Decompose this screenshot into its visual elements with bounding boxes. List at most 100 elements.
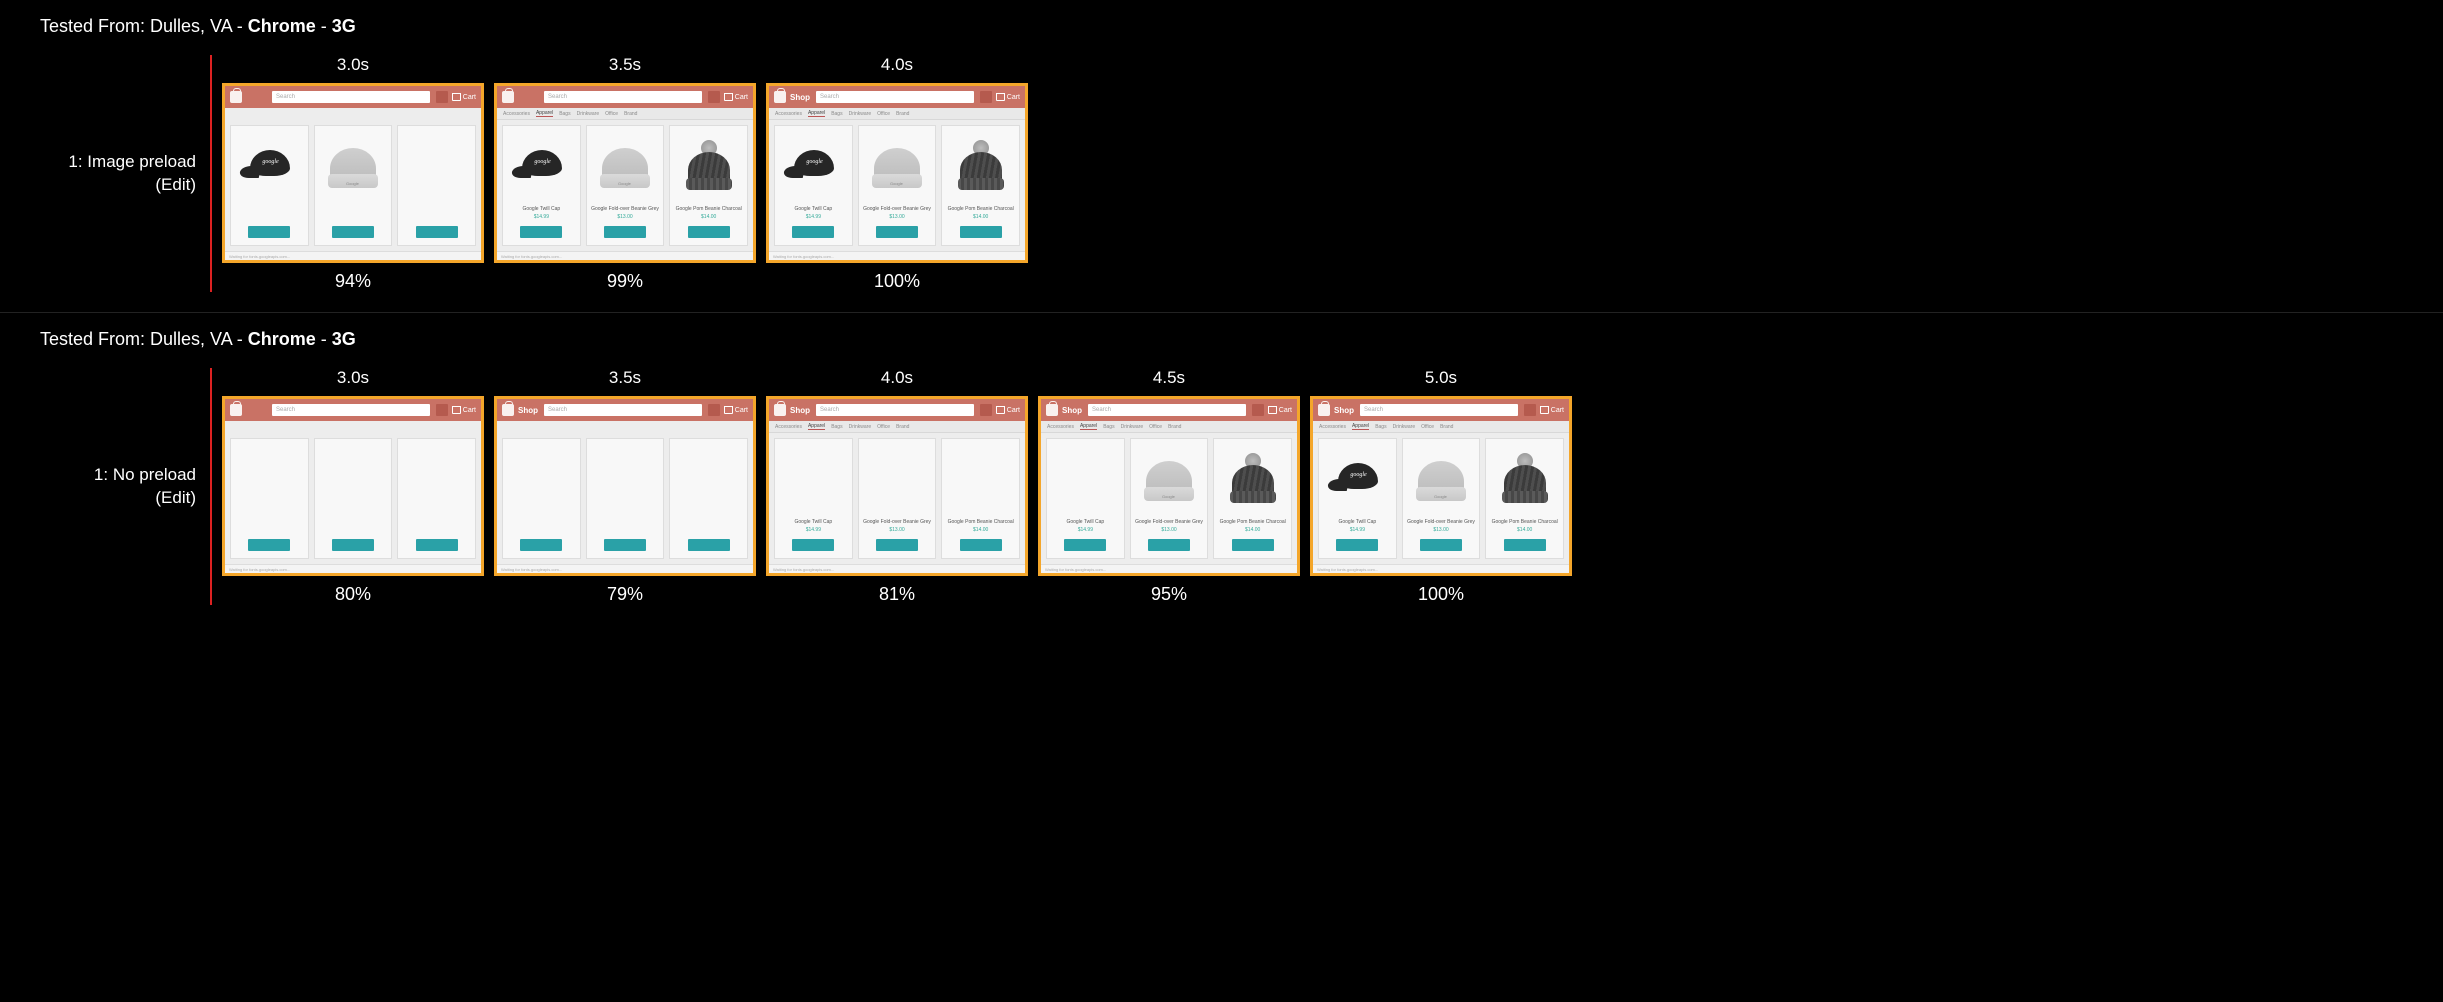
screenshot-thumbnail[interactable]: ShopSearchCartAccessoriesApparelBagsDrin… [494,396,756,576]
search-input[interactable]: Search [272,404,430,416]
add-to-cart-button[interactable] [248,226,290,238]
shop-content: Google Twill Cap$14.99Google Fold-over B… [225,433,481,564]
add-to-cart-button[interactable] [332,226,374,238]
add-to-cart-button[interactable] [520,226,562,238]
bag-icon [774,404,786,416]
filmstrip-frame: 3.0sShopSearchCartAccessoriesApparelBags… [222,368,484,605]
search-button-icon[interactable] [708,91,720,103]
add-to-cart-button[interactable] [332,539,374,551]
add-to-cart-button[interactable] [1336,539,1378,551]
filmstrip-frame: 5.0sShopSearchCartAccessoriesApparelBags… [1310,368,1572,605]
cart-button[interactable]: Cart [996,406,1020,414]
search-button-icon[interactable] [708,404,720,416]
add-to-cart-button[interactable] [604,226,646,238]
product-card: googleGoogle Twill Cap$14.99 [230,125,309,246]
product-card: Google Pom Beanie Charcoal$14.00 [397,438,476,559]
screenshot-thumbnail[interactable]: ShopSearchCartAccessoriesApparelBagsDrin… [222,396,484,576]
screenshot-thumbnail[interactable]: ShopSearchCartAccessoriesApparelBagsDrin… [1038,396,1300,576]
search-button-icon[interactable] [1252,404,1264,416]
search-input[interactable]: Search [816,404,974,416]
screenshot-thumbnail[interactable]: ShopSearchCartAccessoriesApparelBagsDrin… [1310,396,1572,576]
add-to-cart-button[interactable] [248,539,290,551]
shop-nav[interactable]: AccessoriesApparelBagsDrinkwareOfficeBra… [1313,421,1569,433]
screenshot-thumbnail[interactable]: ShopSearchCartAccessoriesApparelBagsDrin… [222,83,484,263]
filmstrip-frame: 4.0sShopSearchCartAccessoriesApparelBags… [766,55,1028,292]
search-button-icon[interactable] [980,91,992,103]
shop-nav[interactable]: AccessoriesApparelBagsDrinkwareOfficeBra… [769,108,1025,120]
shop-content: googleGoogle Twill Cap$14.99GoogleGoogle… [1313,433,1569,564]
edit-link[interactable]: (Edit) [155,174,196,197]
add-to-cart-button[interactable] [876,226,918,238]
product-price: $14.00 [973,527,988,533]
status-bar: Waiting for fonts.googleapis.com... [769,251,1025,260]
cart-button[interactable]: Cart [996,93,1020,101]
add-to-cart-button[interactable] [688,226,730,238]
filmstrip-frame: 3.5sShopSearchCartAccessoriesApparelBags… [494,55,756,292]
add-to-cart-button[interactable] [520,539,562,551]
search-button-icon[interactable] [980,404,992,416]
product-image-cap: google [512,148,570,184]
add-to-cart-button[interactable] [1148,539,1190,551]
search-button-icon[interactable] [436,91,448,103]
product-card: GoogleGoogle Fold-over Beanie Grey$13.00 [314,125,393,246]
cart-button[interactable]: Cart [724,93,748,101]
add-to-cart-button[interactable] [1232,539,1274,551]
cart-button[interactable]: Cart [724,406,748,414]
add-to-cart-button[interactable] [792,226,834,238]
screenshot-thumbnail[interactable]: ShopSearchCartAccessoriesApparelBagsDrin… [494,83,756,263]
add-to-cart-button[interactable] [960,539,1002,551]
screenshot-thumbnail[interactable]: ShopSearchCartAccessoriesApparelBagsDrin… [766,396,1028,576]
frame-visual-progress: 95% [1151,584,1187,605]
add-to-cart-button[interactable] [416,539,458,551]
shop-nav[interactable]: AccessoriesApparelBagsDrinkwareOfficeBra… [769,421,1025,433]
filmstrip-frame: 4.0sShopSearchCartAccessoriesApparelBags… [766,368,1028,605]
cart-button[interactable]: Cart [1268,406,1292,414]
frame-visual-progress: 81% [879,584,915,605]
search-input[interactable]: Search [272,91,430,103]
product-image-beanie: Google [1414,455,1468,503]
add-to-cart-button[interactable] [1504,539,1546,551]
status-bar: Waiting for fonts.googleapis.com... [225,251,481,260]
cart-button[interactable]: Cart [452,406,476,414]
product-price: $13.00 [1161,527,1176,533]
shop-nav[interactable]: AccessoriesApparelBagsDrinkwareOfficeBra… [1041,421,1297,433]
frame-visual-progress: 100% [1418,584,1464,605]
product-card: googleGoogle Twill Cap$14.99 [774,125,853,246]
product-price: $14.99 [806,214,821,220]
search-button-icon[interactable] [436,404,448,416]
cart-icon [724,93,733,101]
cart-button[interactable]: Cart [1540,406,1564,414]
add-to-cart-button[interactable] [876,539,918,551]
test-name: 1: Image preload [68,151,196,174]
add-to-cart-button[interactable] [604,539,646,551]
shop-content: Google Twill Cap$14.99Google Fold-over B… [769,433,1025,564]
frame-visual-progress: 94% [335,271,371,292]
product-card: Google Pom Beanie Charcoal$14.00 [1213,438,1292,559]
filmstrip-frame: 4.5sShopSearchCartAccessoriesApparelBags… [1038,368,1300,605]
add-to-cart-button[interactable] [1420,539,1462,551]
add-to-cart-button[interactable] [416,226,458,238]
cart-button[interactable]: Cart [452,93,476,101]
add-to-cart-button[interactable] [960,226,1002,238]
product-name: Google Fold-over Beanie Grey [1407,519,1475,525]
screenshot-thumbnail[interactable]: ShopSearchCartAccessoriesApparelBagsDrin… [766,83,1028,263]
search-button-icon[interactable] [1524,404,1536,416]
search-input[interactable]: Search [1088,404,1246,416]
product-card: Google Pom Beanie Charcoal$14.00 [397,125,476,246]
cart-icon [724,406,733,414]
shop-title: Shop [518,406,538,415]
search-input[interactable]: Search [816,91,974,103]
search-input[interactable]: Search [544,404,702,416]
shop-header: ShopSearchCart [225,86,481,108]
frame-visual-progress: 99% [607,271,643,292]
search-input[interactable]: Search [1360,404,1518,416]
add-to-cart-button[interactable] [688,539,730,551]
add-to-cart-button[interactable] [792,539,834,551]
tested-from-label: Tested From: Dulles, VA - Chrome - 3G [40,16,2403,37]
edit-link[interactable]: (Edit) [155,487,196,510]
product-price: $14.00 [1245,527,1260,533]
add-to-cart-button[interactable] [1064,539,1106,551]
search-input[interactable]: Search [544,91,702,103]
shop-nav[interactable]: AccessoriesApparelBagsDrinkwareOfficeBra… [497,108,753,120]
frame-time-label: 4.0s [881,368,913,388]
